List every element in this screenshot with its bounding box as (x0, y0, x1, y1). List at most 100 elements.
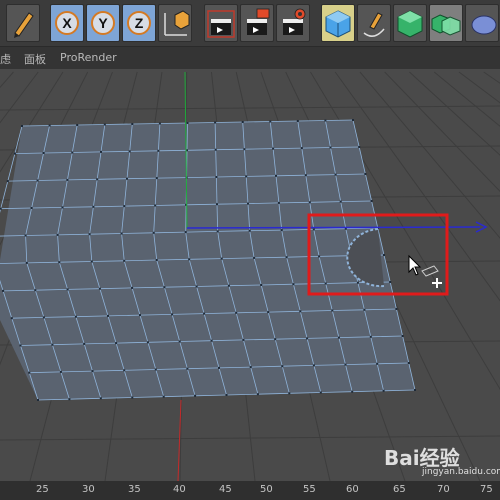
mesh-vertex (272, 147, 275, 150)
mesh-vertex (10, 317, 13, 320)
mesh-vertex (0, 207, 2, 210)
mesh-vertex (241, 121, 244, 123)
viewport-canvas[interactable] (0, 69, 500, 481)
mesh-vertex (107, 314, 109, 317)
mesh-vertex (103, 123, 106, 126)
mesh-vertex (115, 342, 118, 345)
mesh-vertex (364, 173, 367, 175)
mesh-vertex (247, 202, 249, 205)
mesh-vertex (274, 338, 277, 341)
mesh-vertex (66, 178, 69, 181)
mesh-vertex (216, 230, 219, 233)
mesh-vertex (131, 396, 134, 399)
clapperboard-picture-icon (247, 8, 270, 35)
mesh-vertex (285, 256, 288, 259)
timeline-ruler[interactable]: 25 30 35 40 45 50 55 60 65 70 75 (0, 481, 500, 500)
mesh-vertex (370, 200, 373, 202)
mesh-vertex (210, 339, 213, 342)
mesh-vertex (146, 341, 149, 344)
render-view-button[interactable] (204, 4, 238, 42)
floor-grid-line (0, 105, 500, 111)
menu-item-prorender[interactable]: ProRender (60, 51, 117, 64)
pen-spline-button[interactable] (357, 4, 391, 42)
mesh-vertex (19, 344, 22, 347)
cube-object-button[interactable] (321, 4, 355, 42)
mesh-vertex (37, 399, 39, 401)
mesh-vertex (56, 233, 59, 236)
mesh-vertex (36, 179, 39, 182)
mesh-vertex (61, 206, 64, 209)
menu-item-filter[interactable]: 虑 (0, 51, 11, 67)
mesh-vertex (155, 177, 158, 180)
floor-grid-line (483, 71, 500, 84)
mesh-vertex (215, 176, 218, 178)
mesh-vertex (383, 254, 385, 256)
subdivision-surface-button[interactable] (393, 4, 427, 42)
baidu-jingyan-watermark: Bai经验 jingyan.baidu.com (380, 440, 500, 480)
perspective-viewport[interactable] (0, 69, 500, 481)
mesh-vertex (407, 362, 410, 364)
mesh-vertex (242, 338, 245, 341)
mesh-vertex (123, 259, 126, 262)
mesh-vertex (218, 366, 220, 369)
array-cubes-icon (431, 14, 461, 36)
mesh-vertex (363, 308, 366, 311)
array-object-button[interactable] (429, 4, 463, 42)
x-axis-icon: X (55, 11, 79, 35)
menu-item-panel[interactable]: 面板 (24, 51, 46, 67)
floor-grid-line (409, 71, 500, 156)
render-settings-button[interactable] (276, 4, 310, 42)
mesh-vertex (331, 309, 334, 312)
mesh-vertex (269, 120, 272, 123)
mesh-vertex (76, 124, 79, 126)
mesh-vertex (24, 234, 27, 237)
mesh-vertex (58, 261, 61, 264)
mesh-vertex (358, 146, 361, 148)
mesh-vertex (25, 261, 28, 264)
deformer-button[interactable] (465, 4, 499, 42)
mesh-vertex (414, 389, 416, 391)
mesh-vertex (225, 394, 228, 396)
mesh-vertex (352, 119, 354, 121)
mesh-vertex (51, 343, 54, 346)
render-picture-viewer-button[interactable] (240, 4, 274, 42)
plus-cursor-icon (432, 278, 442, 288)
mesh-vertex (308, 201, 311, 204)
mesh-vertex (248, 229, 251, 232)
x-axis-lock-button[interactable]: X (50, 4, 84, 42)
mesh-vertex (214, 148, 217, 151)
mesh-vertex (6, 180, 9, 183)
mesh-vertex (312, 228, 315, 231)
mesh-vertex (356, 281, 359, 284)
mesh-vertex (324, 282, 327, 285)
mesh-vertex (123, 369, 126, 372)
ruler-tick: 60 (346, 484, 359, 495)
mesh-vertex (318, 255, 321, 258)
mesh-vertex (319, 391, 322, 394)
mesh-vertex (99, 397, 102, 400)
mesh-vertex (245, 175, 248, 178)
ruler-tick: 25 (36, 484, 49, 495)
mesh-vertex (227, 284, 230, 287)
mesh-vertex (155, 259, 158, 261)
y-axis-lock-button[interactable]: Y (86, 4, 120, 42)
mesh-vertex (214, 121, 217, 124)
floor-grid-line (458, 71, 500, 104)
z-axis-lock-button[interactable]: Z (122, 4, 156, 42)
deformer-icon (471, 15, 497, 35)
ruler-tick: 65 (393, 484, 406, 495)
mesh-vertex (123, 205, 126, 208)
mesh-vertex (249, 366, 252, 369)
mesh-vertex (139, 314, 141, 317)
clapperboard-gear-icon (283, 8, 306, 35)
mesh-vertex (100, 150, 102, 153)
mesh-vertex (401, 335, 404, 337)
mesh-vertex (267, 311, 270, 314)
mesh-vertex (131, 123, 134, 125)
mesh-vertex (292, 283, 295, 286)
live-selection-tool-button[interactable] (6, 4, 40, 42)
pencil-icon (14, 12, 34, 38)
mesh-vertex (324, 119, 327, 122)
mesh-vertex (312, 364, 315, 367)
coordinate-system-button[interactable] (158, 4, 192, 42)
